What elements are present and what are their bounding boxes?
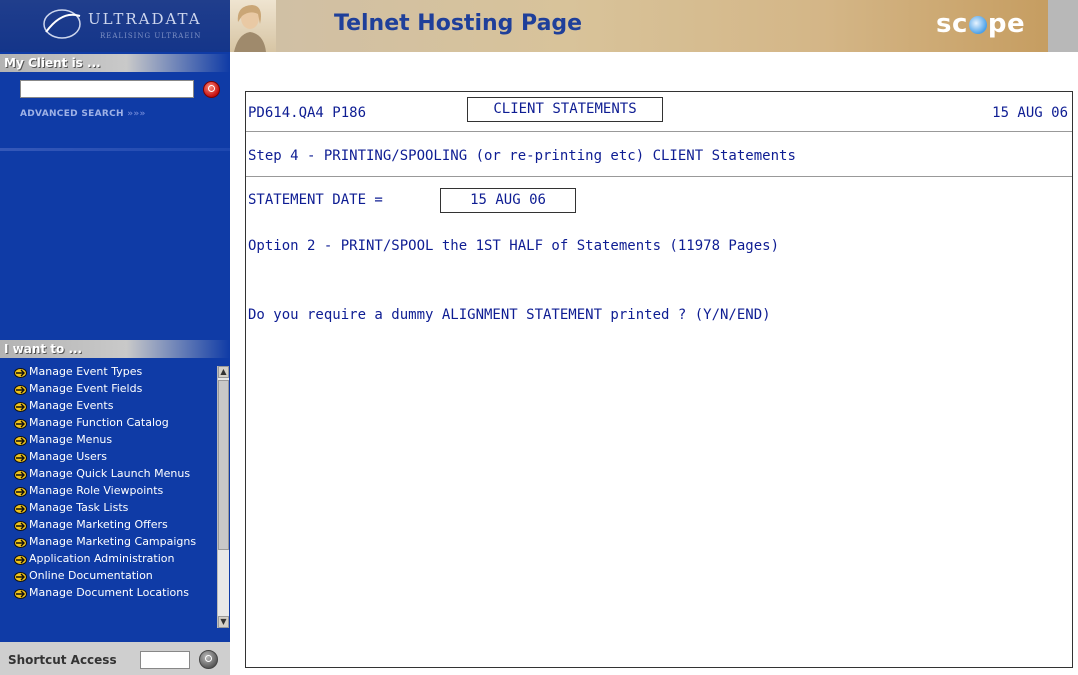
shortcut-access-input[interactable]: [140, 651, 190, 669]
advanced-search-label: ADVANCED SEARCH: [20, 109, 124, 119]
menu-item[interactable]: Manage Event Types: [14, 366, 216, 378]
menu-item[interactable]: Manage Marketing Campaigns: [14, 536, 216, 548]
top-banner: Telnet Hosting Page sc pe: [230, 0, 1078, 52]
menu-item-label: Manage Quick Launch Menus: [29, 467, 191, 480]
client-search-input[interactable]: [20, 80, 194, 98]
i-want-to-header: I want to ...: [0, 340, 230, 358]
menu-item[interactable]: Application Administration: [14, 553, 216, 565]
task-arrow-icon: [14, 453, 27, 463]
scroll-up-arrow-icon[interactable]: ▲: [218, 366, 229, 378]
banner-title: Telnet Hosting Page: [334, 11, 583, 36]
screen-title: CLIENT STATEMENTS: [467, 97, 663, 122]
alignment-prompt: Do you require a dummy ALIGNMENT STATEME…: [248, 307, 771, 323]
option-description: Option 2 - PRINT/SPOOL the 1ST HALF of S…: [248, 238, 780, 254]
task-arrow-icon: [14, 504, 27, 514]
shortcut-access-bar: Shortcut Access: [0, 642, 230, 675]
task-arrow-icon: [14, 589, 27, 599]
ultradata-swoosh-icon: [43, 9, 81, 39]
menu-item-label: Manage Marketing Offers: [29, 518, 168, 531]
menu-item-label: Manage Role Viewpoints: [29, 484, 164, 497]
menu-item-label: Manage Document Locations: [29, 586, 189, 599]
menu-item[interactable]: Manage Users: [14, 451, 216, 463]
task-arrow-icon: [14, 368, 27, 378]
menu-item-label: Manage Menus: [29, 433, 113, 446]
ultradata-logo: ULTRADATA REALISING ULTRAEIN: [0, 0, 230, 52]
task-arrow-icon: [14, 436, 27, 446]
menu-item-label: Manage Function Catalog: [29, 416, 169, 429]
menu-item[interactable]: Manage Menus: [14, 434, 216, 446]
menu-item-label: Online Documentation: [29, 569, 153, 582]
menu-item[interactable]: Manage Event Fields: [14, 383, 216, 395]
task-arrow-icon: [14, 521, 27, 531]
menu-item-label: Manage Task Lists: [29, 501, 129, 514]
menu-item-label: Manage Event Types: [29, 366, 143, 378]
terminal-divider: [246, 131, 1072, 132]
terminal-divider: [246, 176, 1072, 177]
menu-item[interactable]: Manage Marketing Offers: [14, 519, 216, 531]
scope-logo-right: pe: [987, 9, 1026, 39]
step-description: Step 4 - PRINTING/SPOOLING (or re-printi…: [248, 148, 796, 164]
program-id: PD614.QA4 P186: [248, 105, 367, 121]
scroll-thumb[interactable]: [218, 380, 229, 550]
statement-date-field[interactable]: 15 AUG 06: [440, 188, 576, 213]
menu-item[interactable]: Manage Role Viewpoints: [14, 485, 216, 497]
menu-item-label: Manage Marketing Campaigns: [29, 535, 197, 548]
person-photo: [230, 0, 276, 52]
globe-icon: [968, 16, 987, 34]
shortcut-go-icon[interactable]: [199, 650, 218, 669]
sidebar: ULTRADATA REALISING ULTRAEIN My Client i…: [0, 0, 230, 675]
shortcut-access-label: Shortcut Access: [8, 653, 117, 667]
menu-scrollbar[interactable]: ▲ ▼: [217, 366, 229, 628]
task-arrow-icon: [14, 419, 27, 429]
menu-item-label: Manage Events: [29, 399, 114, 412]
logo-title: ULTRADATA: [88, 10, 202, 28]
menu-item[interactable]: Manage Quick Launch Menus: [14, 468, 216, 480]
task-menu: Manage Event Types Manage Event Fields Man…: [14, 366, 216, 628]
screen-date: 15 AUG 06: [992, 105, 1068, 121]
scope-logo: sc pe: [936, 9, 1025, 39]
menu-item-label: Application Administration: [29, 552, 175, 565]
menu-item[interactable]: Manage Function Catalog: [14, 417, 216, 429]
scope-logo-left: sc: [936, 9, 968, 39]
menu-item-label: Manage Event Fields: [29, 382, 143, 395]
menu-item[interactable]: Online Documentation: [14, 570, 216, 582]
task-arrow-icon: [14, 470, 27, 480]
my-client-header: My Client is ...: [0, 54, 230, 72]
search-icon[interactable]: [203, 81, 220, 98]
task-arrow-icon: [14, 555, 27, 565]
menu-item[interactable]: Manage Task Lists: [14, 502, 216, 514]
menu-item[interactable]: Manage Events: [14, 400, 216, 412]
task-arrow-icon: [14, 538, 27, 548]
menu-item[interactable]: Manage Document Locations: [14, 587, 216, 599]
chevron-right-icon: »»»: [127, 109, 146, 119]
statement-date-label: STATEMENT DATE =: [248, 192, 383, 208]
banner-edge: [1048, 0, 1078, 52]
task-arrow-icon: [14, 385, 27, 395]
task-arrow-icon: [14, 402, 27, 412]
menu-item-label: Manage Users: [29, 450, 107, 463]
logo-subtitle: REALISING ULTRAEIN: [100, 32, 202, 40]
telnet-terminal[interactable]: PD614.QA4 P186 CLIENT STATEMENTS 15 AUG …: [245, 91, 1073, 668]
scroll-down-arrow-icon[interactable]: ▼: [218, 616, 229, 628]
task-arrow-icon: [14, 572, 27, 582]
sidebar-divider: [0, 148, 230, 151]
advanced-search-link[interactable]: ADVANCED SEARCH »»»: [20, 109, 146, 119]
task-arrow-icon: [14, 487, 27, 497]
